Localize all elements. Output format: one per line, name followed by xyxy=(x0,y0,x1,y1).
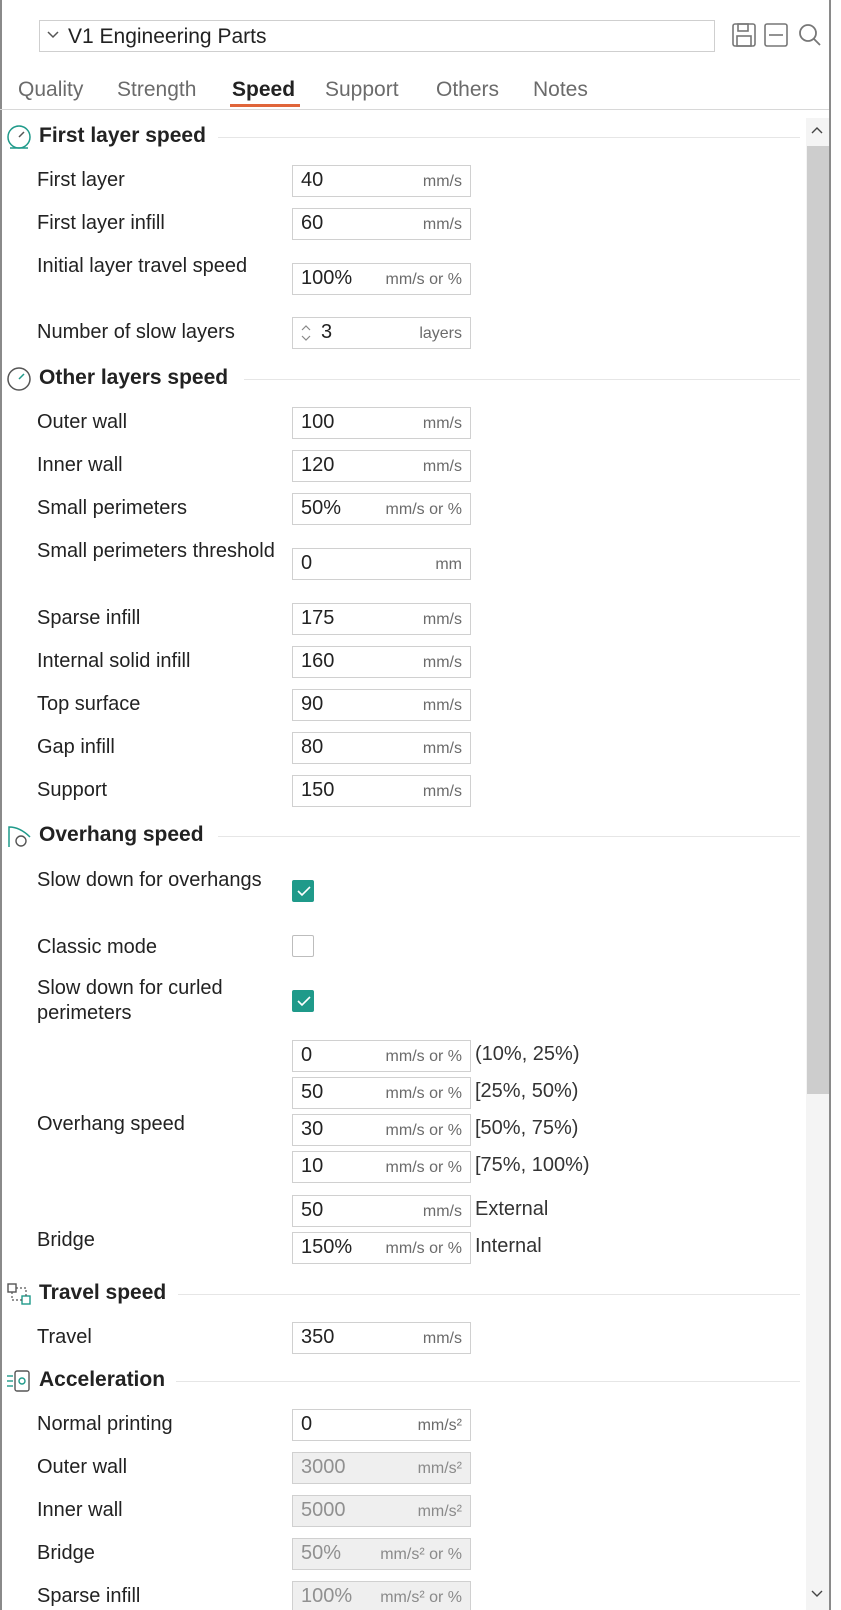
inner-wall-input[interactable]: 120 mm/s xyxy=(292,450,471,482)
scrollbar-thumb[interactable] xyxy=(807,146,829,1094)
travel-label: Travel xyxy=(37,1326,92,1348)
travel-icon xyxy=(7,1283,31,1305)
scroll-up-icon[interactable] xyxy=(810,124,824,138)
section-divider xyxy=(176,1381,800,1382)
overhang-speed-input-4[interactable]: 10 mm/s or % xyxy=(292,1151,471,1183)
accel-bridge-input: 50% mm/s² or % xyxy=(292,1538,471,1570)
accel-inner-wall-input: 5000 mm/s² xyxy=(292,1495,471,1527)
outer-wall-input[interactable]: 100 mm/s xyxy=(292,407,471,439)
bridge-internal-input[interactable]: 150% mm/s or % xyxy=(292,1232,471,1264)
support-speed-label: Support xyxy=(37,779,108,801)
initial-travel-label: Initial layer travel speed xyxy=(37,255,248,277)
preset-selector[interactable]: V1 Engineering Parts xyxy=(39,20,715,52)
bridge-external-input[interactable]: 50 mm/s xyxy=(292,1195,471,1227)
overhang-range-4: [75%, 100%) xyxy=(475,1154,590,1176)
first-layer-infill-input[interactable]: 60 mm/s xyxy=(292,208,471,240)
small-perimeters-threshold-label: Small perimeters threshold xyxy=(37,540,275,562)
section-title-acceleration: Acceleration xyxy=(39,1368,166,1391)
overhang-range-3: [50%, 75%) xyxy=(475,1117,579,1139)
classic-mode-checkbox[interactable] xyxy=(292,935,314,957)
top-surface-label: Top surface xyxy=(37,693,141,715)
first-layer-input[interactable]: 40 mm/s xyxy=(292,165,471,197)
active-tab-indicator xyxy=(230,104,300,107)
travel-input[interactable]: 350 mm/s xyxy=(292,1322,471,1354)
outer-wall-label: Outer wall xyxy=(37,411,128,433)
checkmark-icon xyxy=(297,886,311,897)
checkmark-icon xyxy=(297,996,311,1007)
section-divider xyxy=(218,836,800,837)
normal-printing-input[interactable]: 0 mm/s² xyxy=(292,1409,471,1441)
tab-others[interactable]: Others xyxy=(436,78,499,102)
chevron-down-icon xyxy=(47,31,59,39)
sparse-infill-input[interactable]: 175 mm/s xyxy=(292,603,471,635)
small-perimeters-label: Small perimeters xyxy=(37,497,188,519)
inner-wall-label: Inner wall xyxy=(37,454,123,476)
overhang-speed-label: Overhang speed xyxy=(37,1113,185,1135)
support-speed-input[interactable]: 150 mm/s xyxy=(292,775,471,807)
bridge-speed-label: Bridge xyxy=(37,1229,95,1251)
first-layer-infill-label: First layer infill xyxy=(37,212,165,234)
preset-name: V1 Engineering Parts xyxy=(68,25,267,48)
slow-down-curled-label: Slow down for curled perimeters xyxy=(37,977,223,1024)
section-title-other-layers: Other layers speed xyxy=(39,366,229,389)
tab-speed[interactable]: Speed xyxy=(232,78,295,102)
acceleration-icon xyxy=(7,1370,30,1392)
overhang-speed-input-2[interactable]: 50 mm/s or % xyxy=(292,1077,471,1109)
accel-outer-wall-label: Outer wall xyxy=(37,1456,128,1478)
overhang-icon xyxy=(8,826,31,847)
scroll-down-icon[interactable] xyxy=(810,1586,824,1600)
tab-strength[interactable]: Strength xyxy=(117,78,196,102)
small-perimeters-input[interactable]: 50% mm/s or % xyxy=(292,493,471,525)
bridge-external-tag: External xyxy=(475,1198,549,1220)
normal-printing-label: Normal printing xyxy=(37,1413,173,1435)
overhang-range-2: [25%, 50%) xyxy=(475,1080,579,1102)
accel-bridge-label: Bridge xyxy=(37,1542,95,1564)
slow-down-overhangs-checkbox[interactable] xyxy=(292,880,314,902)
spinner-arrows-icon[interactable] xyxy=(299,322,313,344)
top-surface-input[interactable]: 90 mm/s xyxy=(292,689,471,721)
internal-solid-infill-input[interactable]: 160 mm/s xyxy=(292,646,471,678)
first-layer-label: First layer xyxy=(37,169,125,191)
initial-travel-input[interactable]: 100% mm/s or % xyxy=(292,263,471,295)
sparse-infill-label: Sparse infill xyxy=(37,607,141,629)
slow-down-curled-checkbox[interactable] xyxy=(292,990,314,1012)
overhang-speed-input-1[interactable]: 0 mm/s or % xyxy=(292,1040,471,1072)
slow-down-overhangs-label: Slow down for overhangs xyxy=(37,869,262,891)
section-divider xyxy=(218,137,800,138)
accel-sparse-infill-label: Sparse infill xyxy=(37,1585,141,1607)
search-icon[interactable] xyxy=(795,22,821,48)
accel-sparse-infill-input: 100% mm/s² or % xyxy=(292,1581,471,1610)
section-title-travel: Travel speed xyxy=(39,1281,167,1304)
section-divider xyxy=(178,1294,800,1295)
slow-layers-spinner[interactable]: 3 layers xyxy=(292,317,471,349)
accel-outer-wall-input: 3000 mm/s² xyxy=(292,1452,471,1484)
section-title-overhang: Overhang speed xyxy=(39,823,204,846)
tab-support[interactable]: Support xyxy=(325,78,399,102)
speedometer-icon xyxy=(7,125,31,149)
gap-infill-input[interactable]: 80 mm/s xyxy=(292,732,471,764)
overhang-range-1: (10%, 25%) xyxy=(475,1043,580,1065)
small-perimeters-threshold-input[interactable]: 0 mm xyxy=(292,548,471,580)
minimize-icon[interactable] xyxy=(763,22,789,48)
bridge-internal-tag: Internal xyxy=(475,1235,542,1257)
classic-mode-label: Classic mode xyxy=(37,936,158,958)
overhang-speed-input-3[interactable]: 30 mm/s or % xyxy=(292,1114,471,1146)
tab-quality[interactable]: Quality xyxy=(18,78,83,102)
accel-inner-wall-label: Inner wall xyxy=(37,1499,123,1521)
slow-layers-label: Number of slow layers xyxy=(37,321,235,343)
internal-solid-infill-label: Internal solid infill xyxy=(37,650,191,672)
gap-infill-label: Gap infill xyxy=(37,736,115,758)
speedometer-icon xyxy=(7,367,31,391)
tab-notes[interactable]: Notes xyxy=(533,78,588,102)
settings-panel: First layer speed First layer 40 mm/s Fi… xyxy=(0,110,800,1610)
outside-area xyxy=(831,0,841,1610)
section-divider xyxy=(244,379,800,380)
section-title-first-layer: First layer speed xyxy=(39,124,206,147)
save-icon[interactable] xyxy=(731,22,757,48)
